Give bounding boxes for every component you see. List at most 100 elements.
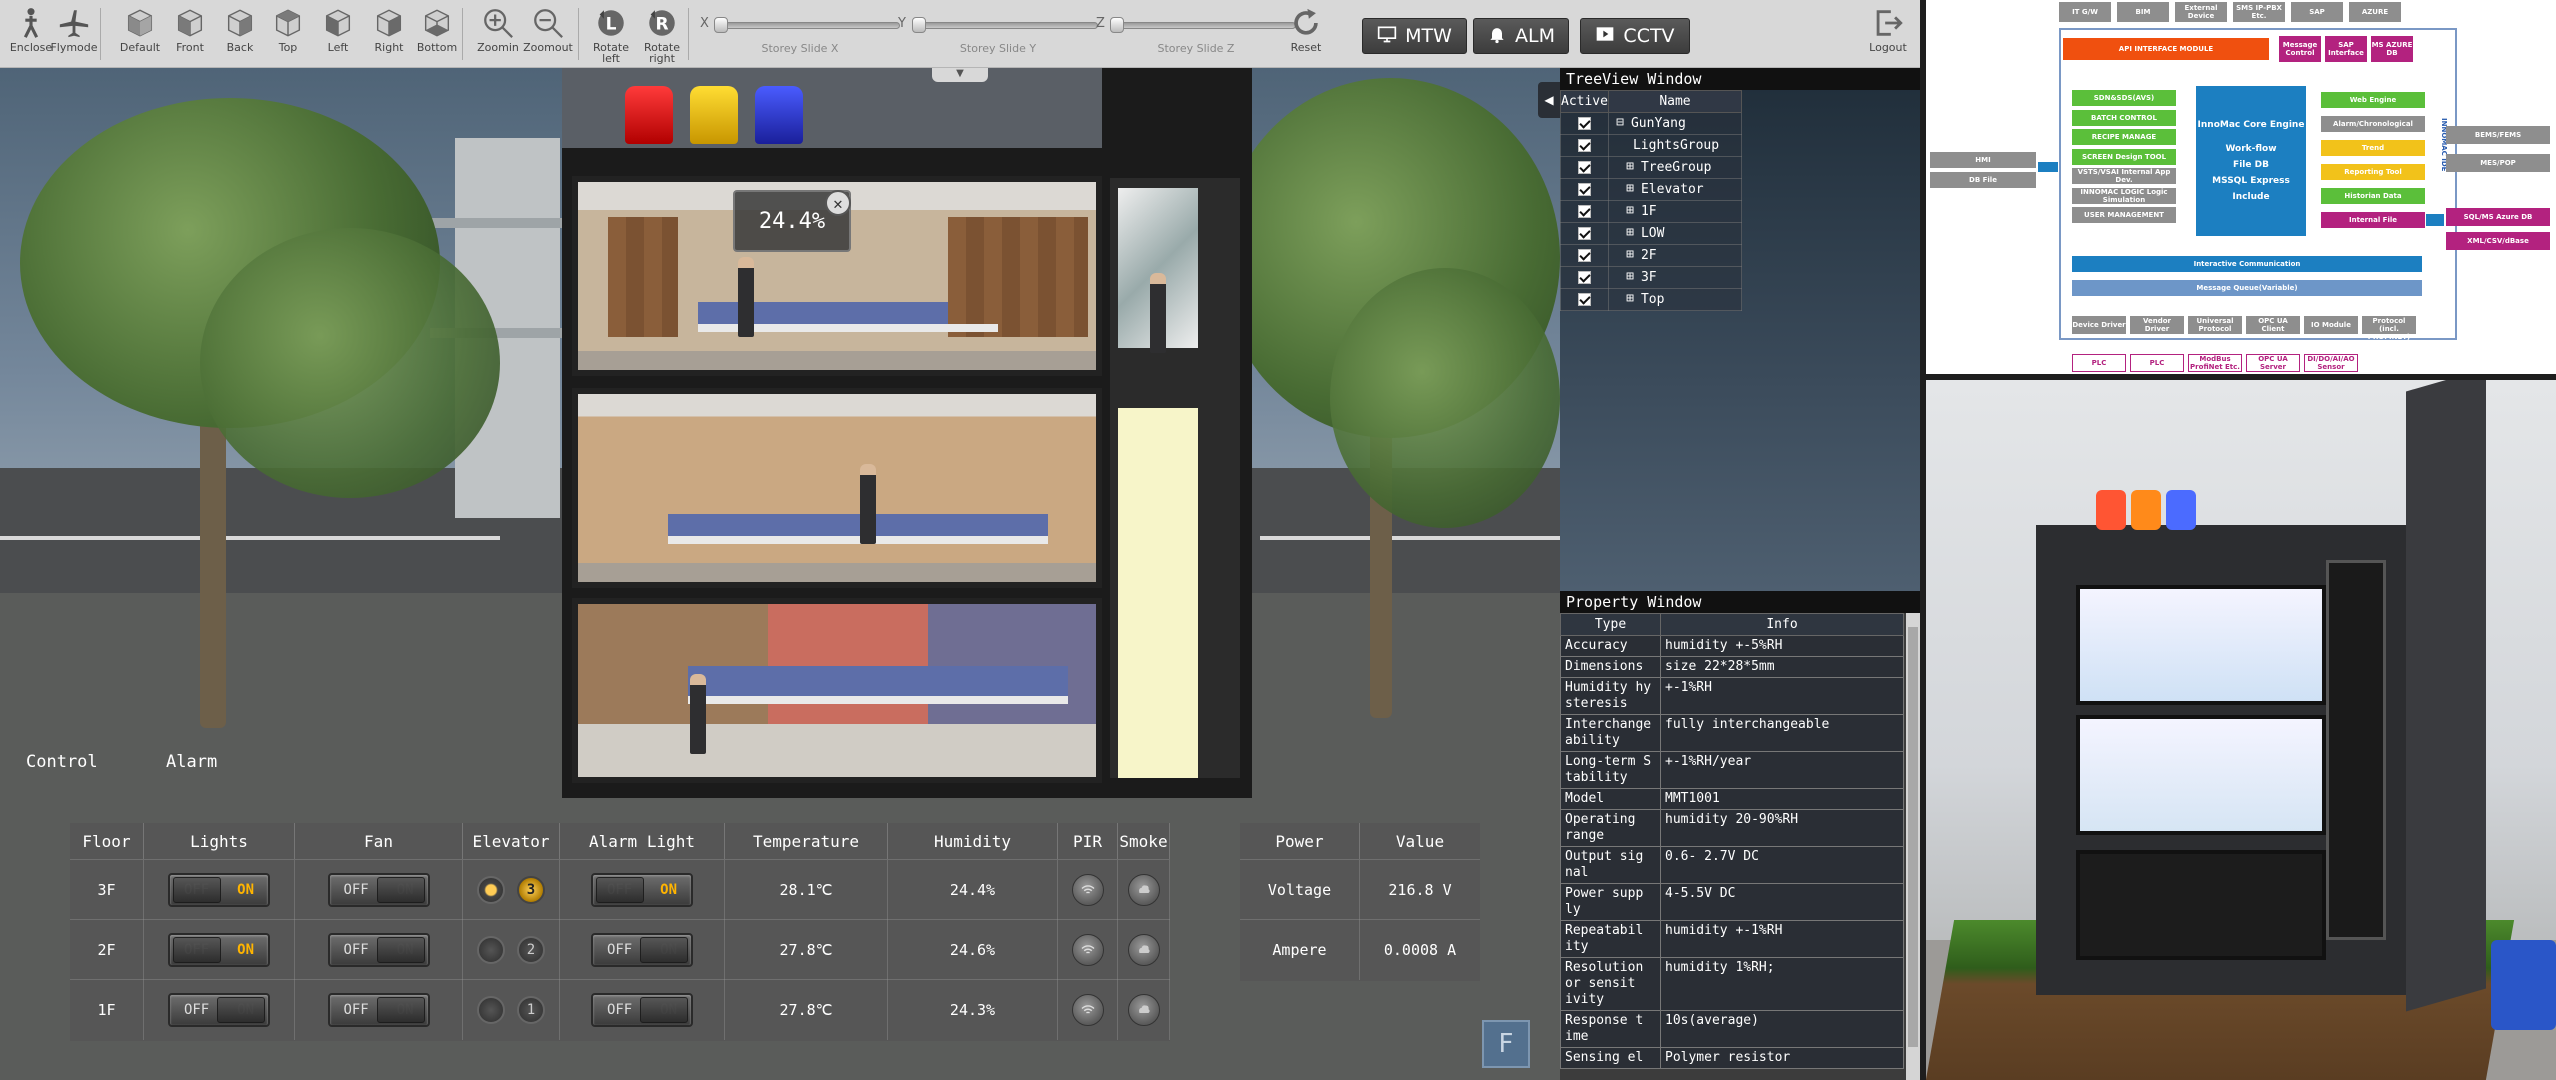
elevator-floor-button[interactable]: 1 <box>517 996 545 1024</box>
lights-toggle[interactable]: OFFON <box>168 873 270 907</box>
humidity-value[interactable]: 24.4% <box>950 881 995 899</box>
toolbar-button-label: Front <box>176 41 204 54</box>
cube-bottom-button[interactable]: Bottom <box>411 6 463 62</box>
active-checkbox[interactable] <box>1577 271 1591 284</box>
fan-toggle[interactable]: OFFON <box>327 933 430 967</box>
tree-row[interactable]: LightsGroup <box>1560 134 1743 157</box>
desk-partition <box>698 302 948 326</box>
alm-button[interactable]: ALM <box>1473 18 1569 54</box>
expand-node-icon[interactable]: ⊞ <box>1623 226 1637 239</box>
room-2f[interactable] <box>572 388 1102 588</box>
cube-default-button[interactable]: Default <box>114 6 166 62</box>
property-row: Long-term S tability +-1%RH/year <box>1560 751 1904 789</box>
expand-node-icon[interactable]: ⊞ <box>1623 292 1637 305</box>
active-checkbox[interactable] <box>1577 139 1591 152</box>
tree-node-label[interactable]: LightsGroup <box>1633 138 1719 153</box>
alarm-light-toggle[interactable]: OFFON <box>591 933 693 967</box>
collapse-node-icon[interactable]: ⊟ <box>1613 116 1627 129</box>
tree-row[interactable]: ⊞ Top <box>1560 288 1743 311</box>
collapse-panel-icon[interactable]: ◀ <box>1538 82 1560 118</box>
diagram-right-module: Historian Data <box>2321 188 2425 204</box>
slider-track[interactable] <box>1112 22 1296 29</box>
cube-back-button[interactable]: Back <box>214 6 266 62</box>
tree-name-cell: ⊞ LOW <box>1607 222 1743 245</box>
toggle-knob <box>173 937 221 963</box>
tree-row[interactable]: ⊞ 1F <box>1560 200 1743 223</box>
tree-node-label[interactable]: TreeGroup <box>1641 160 1711 175</box>
tab-control[interactable]: Control <box>26 752 98 772</box>
alarm-light-toggle[interactable]: OFFON <box>591 873 693 907</box>
active-checkbox[interactable] <box>1577 161 1591 174</box>
airplane-button[interactable]: Flymode <box>48 6 100 62</box>
tree-node-label[interactable]: 2F <box>1641 248 1657 263</box>
alarm-light-toggle[interactable]: OFFON <box>591 993 693 1027</box>
rotate-right-button[interactable]: R Rotate right <box>636 6 688 64</box>
active-checkbox[interactable] <box>1577 183 1591 196</box>
toolbar-button-label: Back <box>226 41 254 54</box>
mtw-button[interactable]: MTW <box>1362 18 1467 54</box>
control-cell: 1F <box>70 980 144 1040</box>
active-checkbox[interactable] <box>1577 117 1591 130</box>
control-row: 2FOFFONOFFON2OFFON27.8℃24.6% <box>70 919 1170 980</box>
slider-knob[interactable] <box>1110 17 1124 33</box>
cube-right-button[interactable]: Right <box>363 6 415 62</box>
expand-node-icon[interactable]: ⊞ <box>1623 160 1637 173</box>
tree-node-label[interactable]: LOW <box>1641 226 1664 241</box>
reset-button[interactable]: Reset <box>1284 6 1328 62</box>
lights-toggle[interactable]: OFFON <box>168 993 270 1027</box>
property-table: Type Info Accuracy humidity +-5%RH Dimensi… <box>1560 613 1904 1069</box>
expand-node-icon[interactable]: ⊞ <box>1623 204 1637 217</box>
active-checkbox[interactable] <box>1577 205 1591 218</box>
diagram-top-box: External Device <box>2175 2 2227 22</box>
cube-front-button[interactable]: Front <box>164 6 216 62</box>
tree-node-label[interactable]: GunYang <box>1631 116 1686 131</box>
control-cell: 2F <box>70 920 144 980</box>
slider-knob[interactable] <box>714 17 728 33</box>
control-cell: OFFON <box>560 980 725 1040</box>
tree-node-label[interactable]: Elevator <box>1641 182 1704 197</box>
property-scrollbar[interactable] <box>1906 613 1920 1080</box>
tree-row[interactable]: ⊞ TreeGroup <box>1560 156 1743 179</box>
rotate-left-button[interactable]: L Rotate left <box>585 6 637 64</box>
slider-track[interactable] <box>914 22 1098 29</box>
tree-row[interactable]: ⊞ 3F <box>1560 266 1743 289</box>
close-icon[interactable]: ✕ <box>825 190 851 216</box>
zoom-out-button[interactable]: Zoomout <box>522 6 574 62</box>
room-1f[interactable] <box>572 598 1102 783</box>
tree-row[interactable]: ⊞ Elevator <box>1560 178 1743 201</box>
elevator-lamp-icon <box>477 936 505 964</box>
humidity-value[interactable]: 24.3% <box>950 1001 995 1019</box>
humidity-value[interactable]: 24.6% <box>950 941 995 959</box>
expand-node-icon[interactable]: ⊞ <box>1623 182 1637 195</box>
elevator-lamp-icon <box>477 996 505 1024</box>
toolbar-dropdown-tab[interactable]: ▼ <box>932 68 988 82</box>
slider-track[interactable] <box>716 22 900 29</box>
tree-node-label[interactable]: 3F <box>1641 270 1657 285</box>
cube-top-button[interactable]: Top <box>262 6 314 62</box>
tree-row[interactable]: ⊞ LOW <box>1560 222 1743 245</box>
tree-row[interactable]: ⊟ GunYang <box>1560 112 1743 135</box>
f-button[interactable]: F <box>1482 1020 1530 1068</box>
slider-knob[interactable] <box>912 17 926 33</box>
floor-label: 2F <box>97 941 116 959</box>
elevator-floor-button[interactable]: 3 <box>517 876 545 904</box>
cctv-button[interactable]: CCTV <box>1580 18 1690 54</box>
logout-button[interactable]: Logout <box>1864 6 1912 62</box>
diagram-interactive-bar: Interactive Communication <box>2072 256 2422 272</box>
tree-row[interactable]: ⊞ 2F <box>1560 244 1743 267</box>
active-checkbox[interactable] <box>1577 227 1591 240</box>
lights-toggle[interactable]: OFFON <box>168 933 270 967</box>
expand-node-icon[interactable]: ⊞ <box>1623 270 1637 283</box>
active-checkbox[interactable] <box>1577 249 1591 262</box>
zoom-in-button[interactable]: Zoomin <box>472 6 524 62</box>
scrollbar-thumb[interactable] <box>1908 627 1918 1047</box>
expand-node-icon[interactable]: ⊞ <box>1623 248 1637 261</box>
tree-node-label[interactable]: 1F <box>1641 204 1657 219</box>
active-checkbox[interactable] <box>1577 293 1591 306</box>
cube-left-button[interactable]: Left <box>312 6 364 62</box>
tree-node-label[interactable]: Top <box>1641 292 1664 307</box>
tab-alarm[interactable]: Alarm <box>166 752 217 772</box>
elevator-floor-button[interactable]: 2 <box>517 936 545 964</box>
fan-toggle[interactable]: OFFON <box>327 873 430 907</box>
fan-toggle[interactable]: OFFON <box>327 993 430 1027</box>
